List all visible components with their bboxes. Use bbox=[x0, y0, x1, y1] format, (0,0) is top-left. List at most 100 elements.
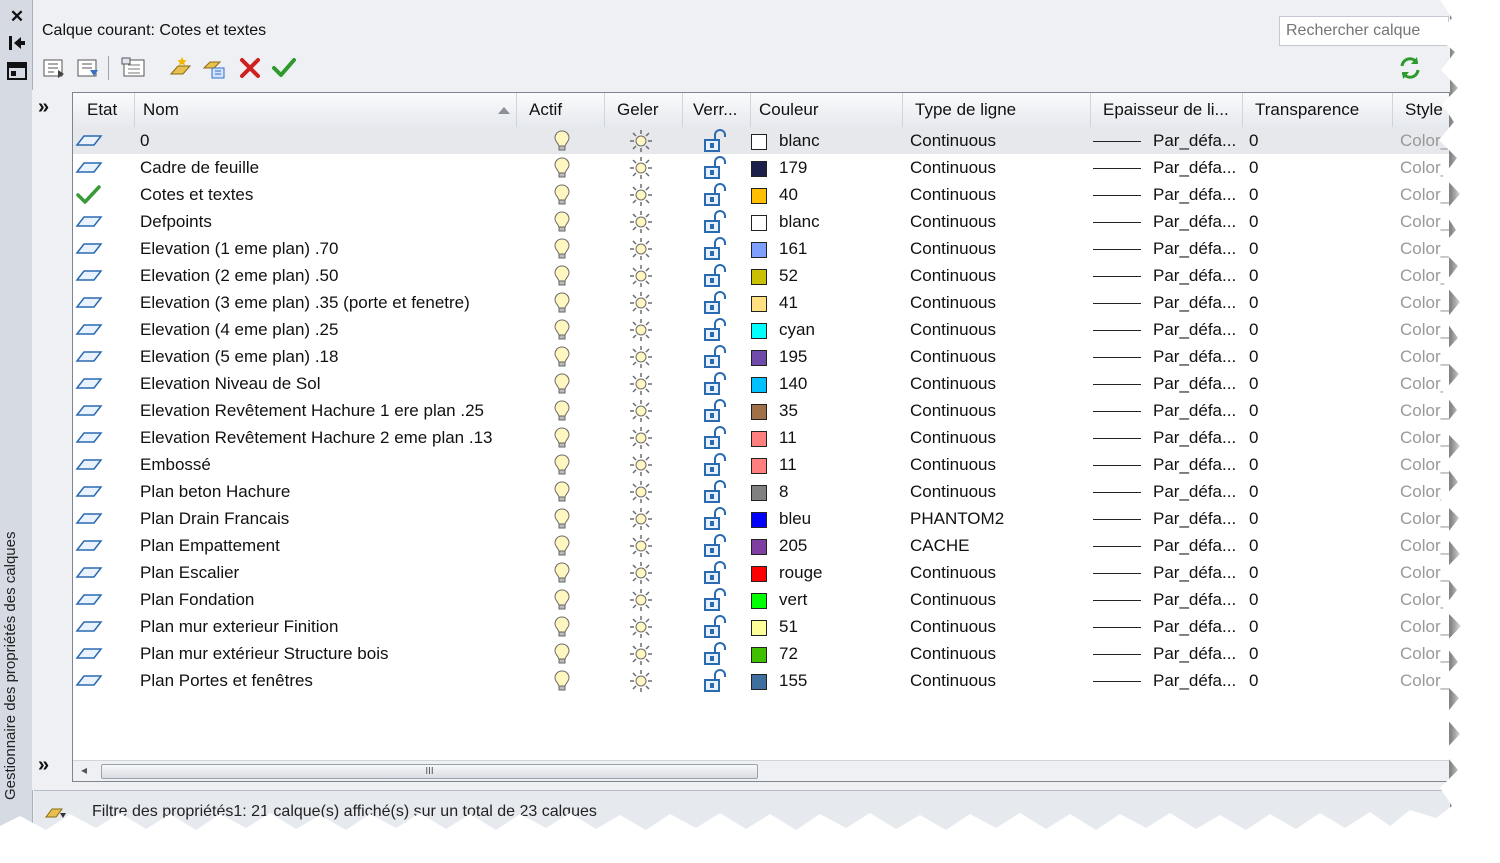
lightbulb-on-icon[interactable] bbox=[553, 453, 571, 480]
layer-linetype[interactable]: Continuous bbox=[910, 262, 996, 289]
lightbulb-on-icon[interactable] bbox=[553, 642, 571, 669]
col-header-plot-style[interactable]: Style d bbox=[1393, 93, 1449, 127]
layer-name[interactable]: Plan beton Hachure bbox=[140, 478, 290, 505]
layer-color-name[interactable]: 8 bbox=[779, 478, 788, 505]
layer-row[interactable]: 0 blanc Continuous Par_défa... 0 Color_ bbox=[73, 127, 1449, 156]
unlocked-padlock-icon[interactable] bbox=[701, 426, 727, 453]
sun-thawed-icon[interactable] bbox=[629, 345, 653, 372]
color-swatch[interactable] bbox=[751, 215, 767, 231]
layer-color-name[interactable]: 161 bbox=[779, 235, 807, 262]
sun-thawed-icon[interactable] bbox=[629, 642, 653, 669]
lightbulb-on-icon[interactable] bbox=[553, 507, 571, 534]
sun-thawed-icon[interactable] bbox=[629, 129, 653, 156]
color-swatch[interactable] bbox=[751, 566, 767, 582]
layer-transparency[interactable]: 0 bbox=[1249, 559, 1258, 586]
layer-transparency[interactable]: 0 bbox=[1249, 667, 1258, 694]
sun-thawed-icon[interactable] bbox=[629, 318, 653, 345]
lightbulb-on-icon[interactable] bbox=[553, 183, 571, 210]
layer-linetype[interactable]: Continuous bbox=[910, 613, 996, 640]
layer-transparency[interactable]: 0 bbox=[1249, 289, 1258, 316]
unlocked-padlock-icon[interactable] bbox=[701, 588, 727, 615]
layer-lineweight[interactable]: Par_défa... bbox=[1153, 370, 1236, 397]
layer-linetype[interactable]: Continuous bbox=[910, 181, 996, 208]
lightbulb-on-icon[interactable] bbox=[553, 210, 571, 237]
expand-bottom-icon[interactable]: » bbox=[38, 754, 49, 777]
layer-name[interactable]: Elevation (5 eme plan) .18 bbox=[140, 343, 338, 370]
layer-name[interactable]: Plan Fondation bbox=[140, 586, 254, 613]
unlocked-padlock-icon[interactable] bbox=[701, 129, 727, 156]
layer-linetype[interactable]: Continuous bbox=[910, 154, 996, 181]
layer-color-name[interactable]: vert bbox=[779, 586, 807, 613]
scrollbar-thumb[interactable]: III bbox=[101, 764, 758, 779]
layer-row[interactable]: Embossé 11 Continuous Par_défa... 0 Color_ bbox=[73, 451, 1449, 480]
layer-linetype[interactable]: Continuous bbox=[910, 640, 996, 667]
new-layer-vp-frozen-icon[interactable] bbox=[200, 54, 228, 82]
sun-thawed-icon[interactable] bbox=[629, 561, 653, 588]
layer-color-name[interactable]: rouge bbox=[779, 559, 822, 586]
unlocked-padlock-icon[interactable] bbox=[701, 264, 727, 291]
layer-color-name[interactable]: 179 bbox=[779, 154, 807, 181]
layer-row[interactable]: Plan Portes et fenêtres 155 Continuous Par_… bbox=[73, 667, 1449, 694]
color-swatch[interactable] bbox=[751, 377, 767, 393]
layer-linetype[interactable]: Continuous bbox=[910, 343, 996, 370]
sun-thawed-icon[interactable] bbox=[629, 615, 653, 642]
layer-lineweight[interactable]: Par_défa... bbox=[1153, 532, 1236, 559]
unlocked-padlock-icon[interactable] bbox=[701, 345, 727, 372]
layer-plot-style[interactable]: Color_ bbox=[1400, 208, 1449, 235]
unlocked-padlock-icon[interactable] bbox=[701, 372, 727, 399]
sun-thawed-icon[interactable] bbox=[629, 399, 653, 426]
sun-thawed-icon[interactable] bbox=[629, 156, 653, 183]
refresh-icon[interactable] bbox=[1396, 54, 1424, 82]
layer-plot-style[interactable]: Color_3 bbox=[1400, 397, 1449, 424]
color-swatch[interactable] bbox=[751, 350, 767, 366]
layer-color-name[interactable]: blanc bbox=[779, 127, 820, 154]
layer-plot-style[interactable]: Color_4 bbox=[1400, 289, 1449, 316]
lightbulb-on-icon[interactable] bbox=[553, 534, 571, 561]
color-swatch[interactable] bbox=[751, 161, 767, 177]
delete-layer-icon[interactable] bbox=[236, 54, 264, 82]
layer-linetype[interactable]: Continuous bbox=[910, 235, 996, 262]
layer-lineweight[interactable]: Par_défa... bbox=[1153, 127, 1236, 154]
layer-plot-style[interactable]: Color_ bbox=[1400, 262, 1449, 289]
layer-plot-style[interactable]: Color_5 bbox=[1400, 505, 1449, 532]
layer-plot-style[interactable]: Color_ bbox=[1400, 424, 1449, 451]
sun-thawed-icon[interactable] bbox=[629, 534, 653, 561]
lightbulb-on-icon[interactable] bbox=[553, 291, 571, 318]
autohide-icon[interactable] bbox=[6, 34, 28, 56]
unlocked-padlock-icon[interactable] bbox=[701, 291, 727, 318]
scroll-left-icon[interactable]: ◂ bbox=[81, 763, 87, 777]
layer-row[interactable]: Plan beton Hachure 8 Continuous Par_défa...… bbox=[73, 478, 1449, 505]
color-swatch[interactable] bbox=[751, 674, 767, 690]
sun-thawed-icon[interactable] bbox=[629, 507, 653, 534]
layer-plot-style[interactable]: Color_ bbox=[1400, 370, 1449, 397]
layer-linetype[interactable]: Continuous bbox=[910, 289, 996, 316]
layer-lineweight[interactable]: Par_défa... bbox=[1153, 478, 1236, 505]
layer-row[interactable]: Elevation (3 eme plan) .35 (porte et fen… bbox=[73, 289, 1449, 318]
layer-name[interactable]: Plan Escalier bbox=[140, 559, 239, 586]
sun-thawed-icon[interactable] bbox=[629, 426, 653, 453]
layer-name[interactable]: Plan mur exterieur Finition bbox=[140, 613, 338, 640]
layer-row[interactable]: Elevation Revêtement Hachure 2 eme plan … bbox=[73, 424, 1449, 453]
layer-linetype[interactable]: Continuous bbox=[910, 667, 996, 694]
layer-plot-style[interactable]: Color_ bbox=[1400, 235, 1449, 262]
color-swatch[interactable] bbox=[751, 539, 767, 555]
invert-filter-icon[interactable] bbox=[42, 799, 70, 823]
color-swatch[interactable] bbox=[751, 458, 767, 474]
layer-plot-style[interactable]: Color_ bbox=[1400, 640, 1449, 667]
sun-thawed-icon[interactable] bbox=[629, 453, 653, 480]
unlocked-padlock-icon[interactable] bbox=[701, 561, 727, 588]
col-header-lock[interactable]: Verr... bbox=[683, 93, 751, 127]
layer-lineweight[interactable]: Par_défa... bbox=[1153, 181, 1236, 208]
lightbulb-on-icon[interactable] bbox=[553, 372, 571, 399]
color-swatch[interactable] bbox=[751, 647, 767, 663]
sun-thawed-icon[interactable] bbox=[629, 183, 653, 210]
layer-name[interactable]: Plan Drain Francais bbox=[140, 505, 289, 532]
layer-color-name[interactable]: 11 bbox=[779, 451, 797, 478]
col-header-linetype[interactable]: Type de ligne bbox=[903, 93, 1091, 127]
layer-color-name[interactable]: 35 bbox=[779, 397, 798, 424]
col-header-lineweight[interactable]: Epaisseur de li... bbox=[1091, 93, 1243, 127]
layer-plot-style[interactable]: Color_ bbox=[1400, 613, 1449, 640]
layer-transparency[interactable]: 0 bbox=[1249, 181, 1258, 208]
layer-row[interactable]: Elevation Niveau de Sol 140 Continuous Par_… bbox=[73, 370, 1449, 399]
layer-lineweight[interactable]: Par_défa... bbox=[1153, 424, 1236, 451]
